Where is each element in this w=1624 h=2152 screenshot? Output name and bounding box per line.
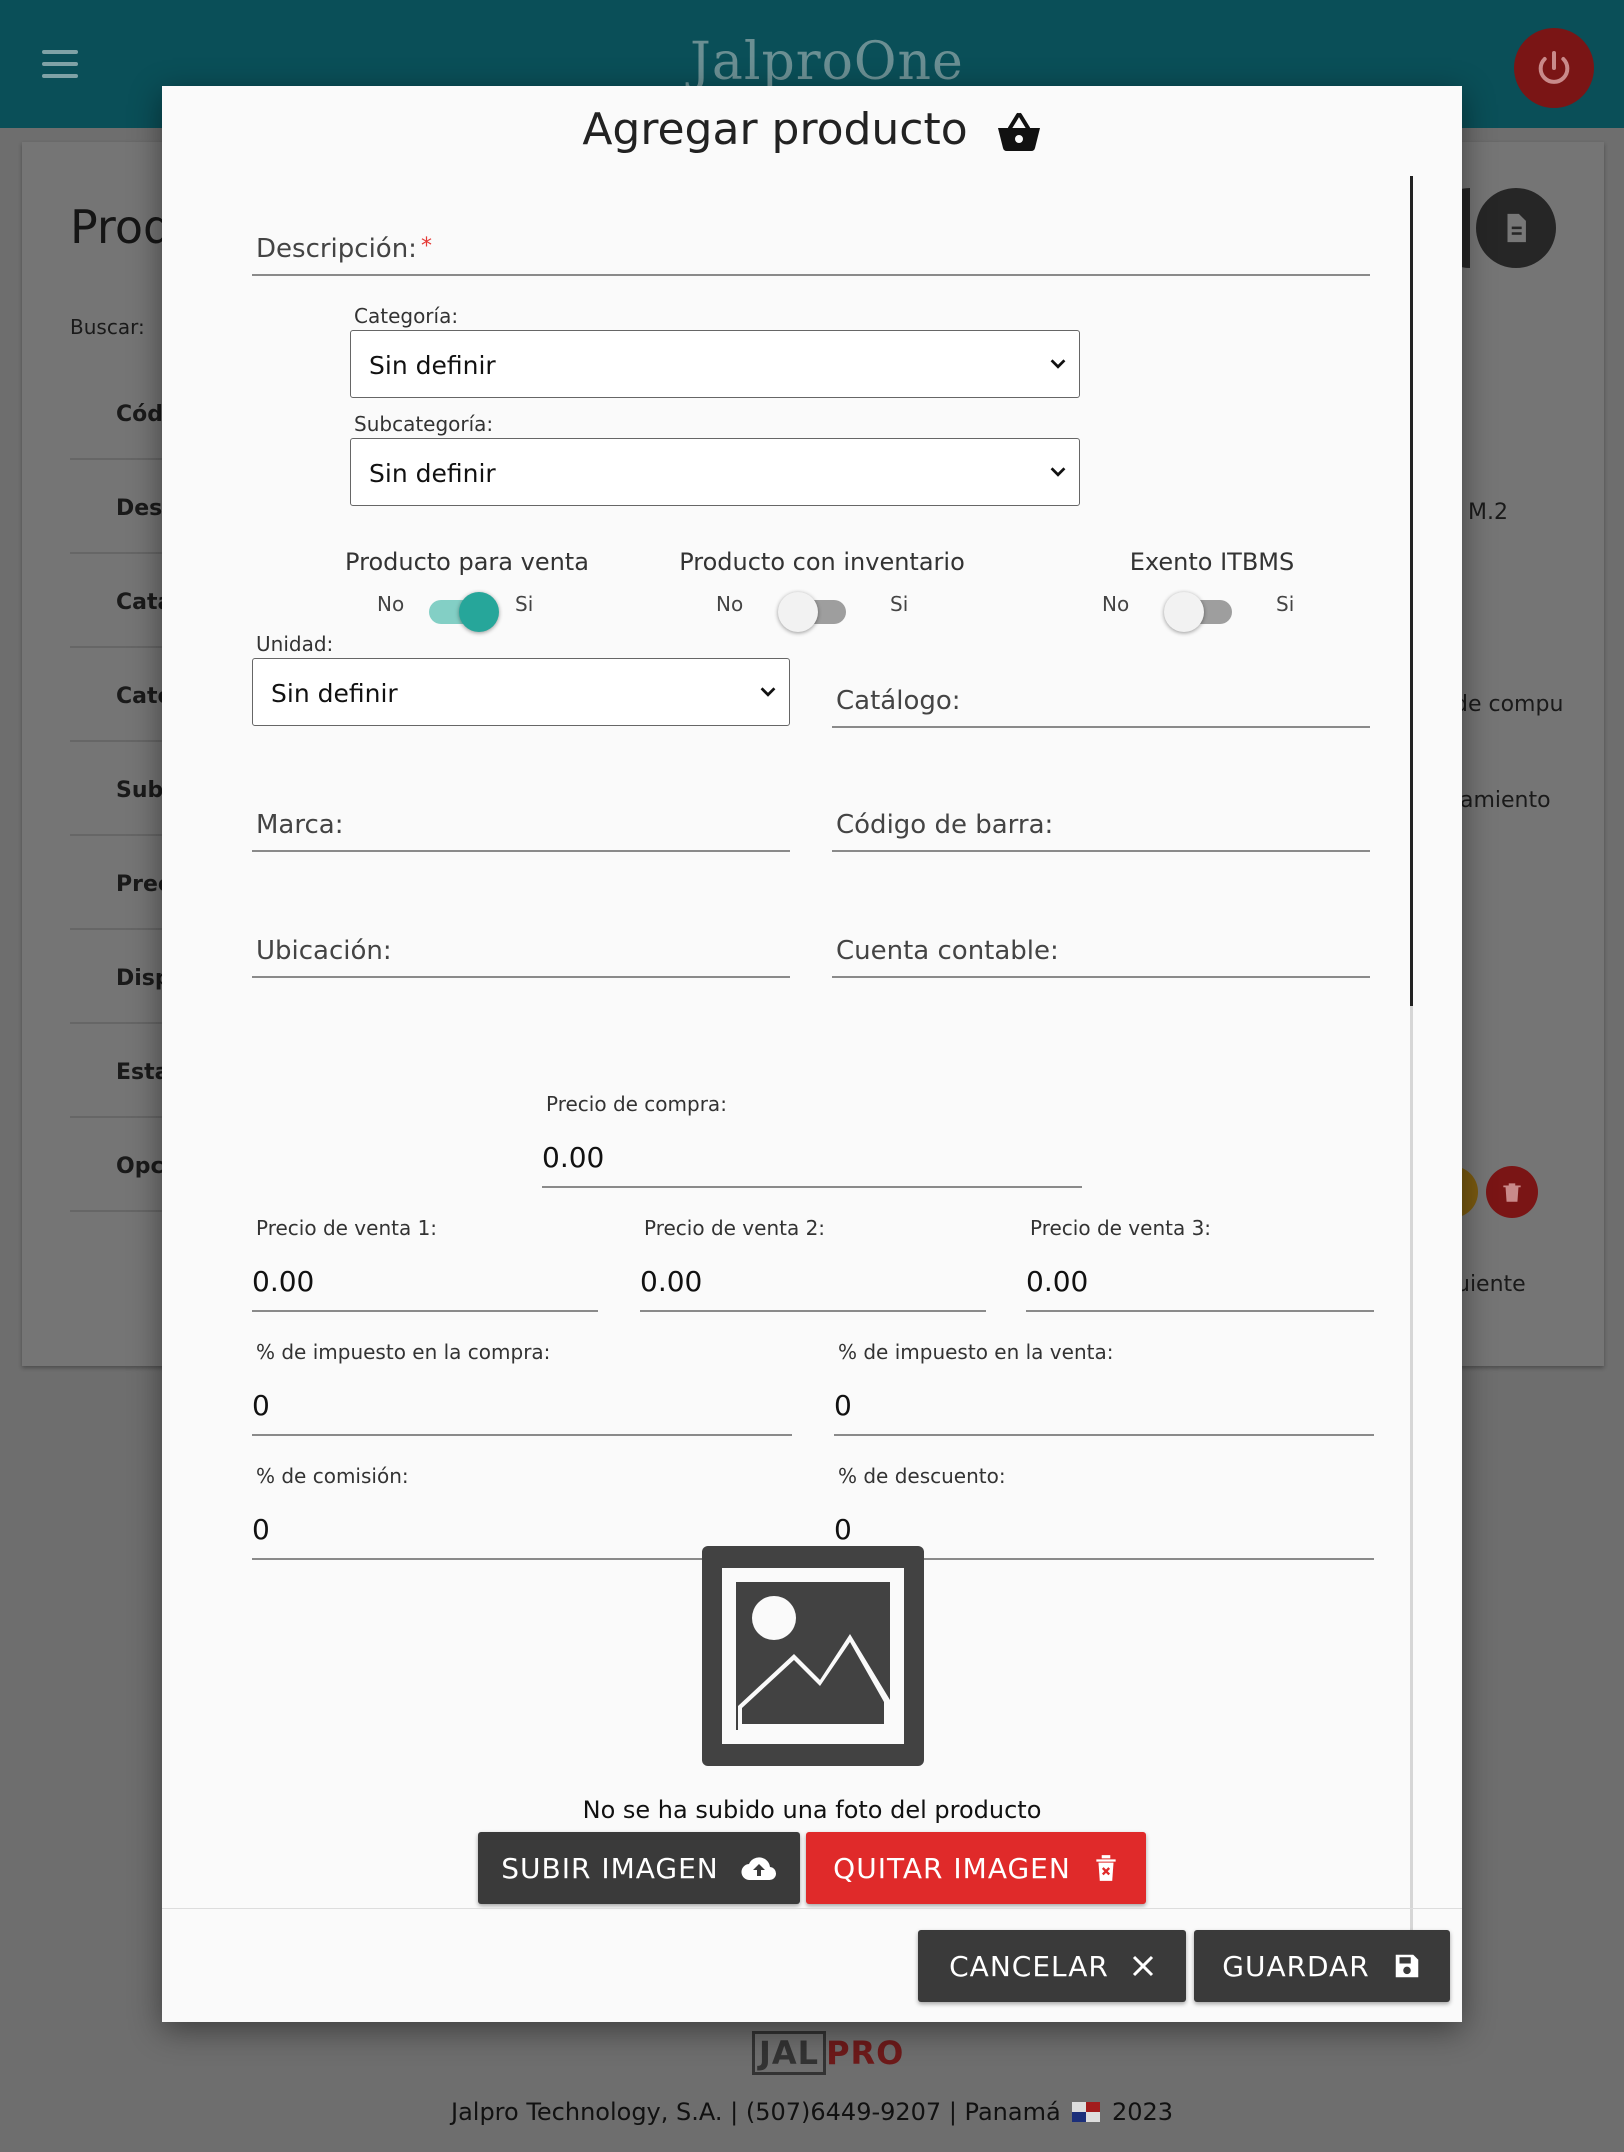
brand-field[interactable]: Marca: bbox=[252, 800, 790, 852]
product-image-placeholder bbox=[702, 1546, 924, 1766]
table-cell: M.2 bbox=[1468, 500, 1508, 525]
dialog-title: Agregar producto bbox=[162, 104, 1462, 155]
account-field[interactable]: Cuenta contable: bbox=[832, 926, 1370, 978]
power-icon bbox=[1538, 51, 1570, 84]
commission-value: 0 bbox=[252, 1513, 270, 1546]
purchase-tax-field[interactable]: % de impuesto en la compra: 0 bbox=[252, 1340, 792, 1436]
page-title: Prod bbox=[70, 200, 173, 254]
trash-icon bbox=[1096, 1855, 1116, 1881]
toggle-producto-venta: Producto para venta No Si bbox=[317, 548, 617, 638]
description-label: Descripción: * bbox=[256, 234, 432, 264]
subcategory-label: Subcategoría: bbox=[354, 412, 494, 436]
catalog-field[interactable]: Catálogo: bbox=[832, 676, 1370, 728]
basket-icon bbox=[997, 113, 1040, 152]
sale-price-1-field[interactable]: Precio de venta 1: 0.00 bbox=[252, 1216, 598, 1312]
unit-select[interactable]: Sin definir bbox=[252, 658, 790, 726]
footer-company: Jalpro Technology, S.A. | (507)6449-9207… bbox=[450, 2098, 1061, 2126]
sale-price-3-value: 0.00 bbox=[1026, 1265, 1089, 1298]
sale-price-3-field[interactable]: Precio de venta 3: 0.00 bbox=[1026, 1216, 1374, 1312]
sale-price-2-label: Precio de venta 2: bbox=[644, 1216, 826, 1240]
remove-image-button[interactable]: QUITAR IMAGEN bbox=[806, 1832, 1146, 1904]
subcategory-select[interactable]: Sin definir bbox=[350, 438, 1080, 506]
app-brand-logo: JalproOne bbox=[690, 32, 964, 92]
report-button[interactable] bbox=[1476, 188, 1556, 268]
brand-label: Marca: bbox=[256, 810, 344, 840]
category-select[interactable]: Sin definir bbox=[350, 330, 1080, 398]
upload-image-button[interactable]: SUBIR IMAGEN bbox=[478, 1832, 800, 1904]
discount-value: 0 bbox=[834, 1513, 852, 1546]
table-cell: amiento bbox=[1460, 788, 1551, 813]
toggle-producto-inventario: Producto con inventario No Si bbox=[662, 548, 982, 638]
sale-price-3-label: Precio de venta 3: bbox=[1030, 1216, 1212, 1240]
scrollbar-thumb[interactable] bbox=[1410, 176, 1413, 1006]
sale-tax-label: % de impuesto en la venta: bbox=[838, 1340, 1114, 1364]
sale-tax-field[interactable]: % de impuesto en la venta: 0 bbox=[834, 1340, 1374, 1436]
sale-price-1-value: 0.00 bbox=[252, 1265, 315, 1298]
document-icon bbox=[1507, 213, 1526, 243]
close-icon bbox=[1132, 1955, 1153, 1977]
location-field[interactable]: Ubicación: bbox=[252, 926, 790, 978]
purchase-price-label: Precio de compra: bbox=[546, 1092, 727, 1116]
toggle-exento-itbms: Exento ITBMS No Si bbox=[1092, 548, 1332, 638]
itbms-exempt-switch[interactable] bbox=[1164, 590, 1238, 632]
add-product-dialog: Agregar producto Descripción: * Categoría… bbox=[162, 86, 1462, 2022]
purchase-price-field[interactable]: Precio de compra: 0.00 bbox=[542, 1092, 1082, 1188]
save-button[interactable]: GUARDAR bbox=[1194, 1930, 1450, 2002]
account-label: Cuenta contable: bbox=[836, 936, 1059, 966]
cloud-upload-icon bbox=[741, 1857, 776, 1881]
table-cell: de compu bbox=[1454, 692, 1564, 717]
inventory-product-switch[interactable] bbox=[778, 590, 852, 632]
hamburger-menu-icon[interactable] bbox=[42, 50, 78, 78]
sale-price-1-label: Precio de venta 1: bbox=[256, 1216, 438, 1240]
chevron-down-icon bbox=[1050, 467, 1066, 477]
image-icon bbox=[722, 1568, 904, 1744]
sale-tax-value: 0 bbox=[834, 1389, 852, 1422]
footer-year: 2023 bbox=[1111, 2098, 1174, 2126]
search-label: Buscar: bbox=[70, 315, 145, 339]
purchase-tax-value: 0 bbox=[252, 1389, 270, 1422]
location-label: Ubicación: bbox=[256, 936, 392, 966]
chevron-down-icon bbox=[760, 687, 776, 697]
purchase-price-value: 0.00 bbox=[542, 1141, 605, 1174]
power-logout-button[interactable] bbox=[1514, 28, 1594, 108]
unit-label: Unidad: bbox=[256, 632, 334, 656]
chevron-down-icon bbox=[1050, 359, 1066, 369]
purchase-tax-label: % de impuesto en la compra: bbox=[256, 1340, 551, 1364]
pagination-next-link[interactable]: uiente bbox=[1456, 1272, 1526, 1297]
save-icon bbox=[1395, 1954, 1418, 1978]
commission-label: % de comisión: bbox=[256, 1464, 409, 1488]
description-field[interactable]: Descripción: * bbox=[252, 226, 1370, 276]
barcode-field[interactable]: Código de barra: bbox=[832, 800, 1370, 852]
footer-text: Jalpro Technology, S.A. | (507)6449-9207… bbox=[0, 2098, 1624, 2126]
barcode-label: Código de barra: bbox=[836, 810, 1054, 840]
no-photo-message: No se ha subido una foto del producto bbox=[582, 1796, 1042, 1824]
sale-product-switch[interactable] bbox=[425, 590, 499, 632]
delete-row-button[interactable] bbox=[1486, 1166, 1538, 1218]
sale-price-2-value: 0.00 bbox=[640, 1265, 703, 1298]
trash-icon bbox=[1503, 1183, 1521, 1202]
cancel-button[interactable]: CANCELAR bbox=[918, 1930, 1186, 2002]
dialog-actions-divider bbox=[162, 1908, 1462, 1909]
panama-flag-icon bbox=[1072, 2102, 1101, 2122]
catalog-label: Catálogo: bbox=[836, 686, 961, 716]
discount-label: % de descuento: bbox=[838, 1464, 1006, 1488]
footer-logo: JAL PRO bbox=[752, 2031, 904, 2075]
sale-price-2-field[interactable]: Precio de venta 2: 0.00 bbox=[640, 1216, 986, 1312]
category-label: Categoría: bbox=[354, 304, 459, 328]
